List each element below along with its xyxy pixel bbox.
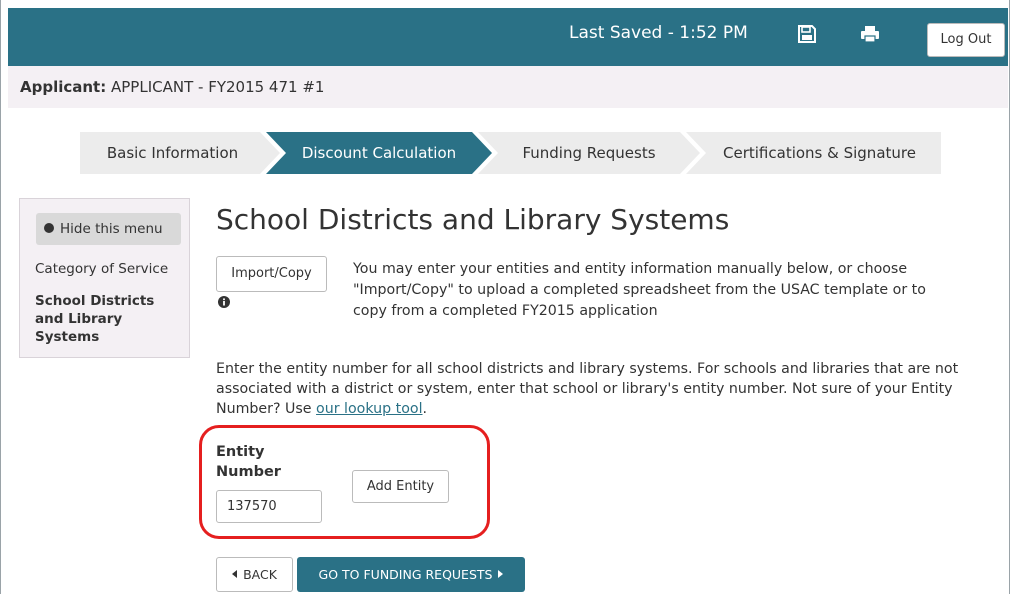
step-label: Basic Information xyxy=(106,144,239,162)
caret-left-icon xyxy=(232,570,238,578)
hide-menu-label: Hide this menu xyxy=(60,221,163,237)
entity-instructions: Enter the entity number for all school d… xyxy=(216,359,1006,419)
floppy-disk-icon[interactable] xyxy=(798,25,816,43)
lookup-tool-link[interactable]: our lookup tool xyxy=(316,401,422,417)
last-saved-status: Last Saved - 1:52 PM xyxy=(569,23,748,43)
window-left-border xyxy=(0,0,1,594)
logout-button[interactable]: Log Out xyxy=(927,23,1005,57)
step-certifications-signature[interactable]: Certifications & Signature xyxy=(686,132,941,174)
step-basic-information[interactable]: Basic Information xyxy=(80,132,280,174)
sidebar-item-school-districts[interactable]: School Districts and Library Systems xyxy=(35,292,185,346)
sidebar-item-category-of-service[interactable]: Category of Service xyxy=(35,261,168,277)
step-label: Funding Requests xyxy=(522,144,656,162)
step-label: Certifications & Signature xyxy=(723,144,916,162)
import-copy-button[interactable]: Import/Copy xyxy=(216,256,327,292)
info-circle-icon[interactable] xyxy=(218,296,230,308)
hide-menu-button[interactable]: Hide this menu xyxy=(36,213,181,245)
applicant-label: Applicant: xyxy=(20,78,107,96)
entity-number-input[interactable]: 137570 xyxy=(216,490,322,523)
circle-icon xyxy=(44,223,54,233)
top-header-bar: Last Saved - 1:52 PM Log Out xyxy=(8,8,1008,66)
instructions-end: . xyxy=(422,401,428,417)
step-funding-requests[interactable]: Funding Requests xyxy=(478,132,700,174)
entity-number-label: Entity Number xyxy=(216,444,281,480)
printer-icon[interactable] xyxy=(860,25,880,43)
step-discount-calculation[interactable]: Discount Calculation xyxy=(266,132,492,174)
caret-right-icon xyxy=(498,570,504,578)
applicant-value: APPLICANT - FY2015 471 #1 xyxy=(106,78,325,96)
go-to-funding-requests-button[interactable]: GO TO FUNDING REQUESTS xyxy=(297,557,525,592)
applicant-bar: Applicant: APPLICANT - FY2015 471 #1 xyxy=(8,66,1008,108)
back-button[interactable]: BACK xyxy=(216,557,293,592)
back-label: BACK xyxy=(243,567,277,582)
intro-text: You may enter your entities and entity i… xyxy=(353,261,926,319)
left-menu: Hide this menu Category of Service Schoo… xyxy=(19,198,190,358)
step-label: Discount Calculation xyxy=(301,144,457,162)
add-entity-button[interactable]: Add Entity xyxy=(352,470,449,503)
next-label: GO TO FUNDING REQUESTS xyxy=(318,567,493,582)
page-title: School Districts and Library Systems xyxy=(216,203,730,236)
